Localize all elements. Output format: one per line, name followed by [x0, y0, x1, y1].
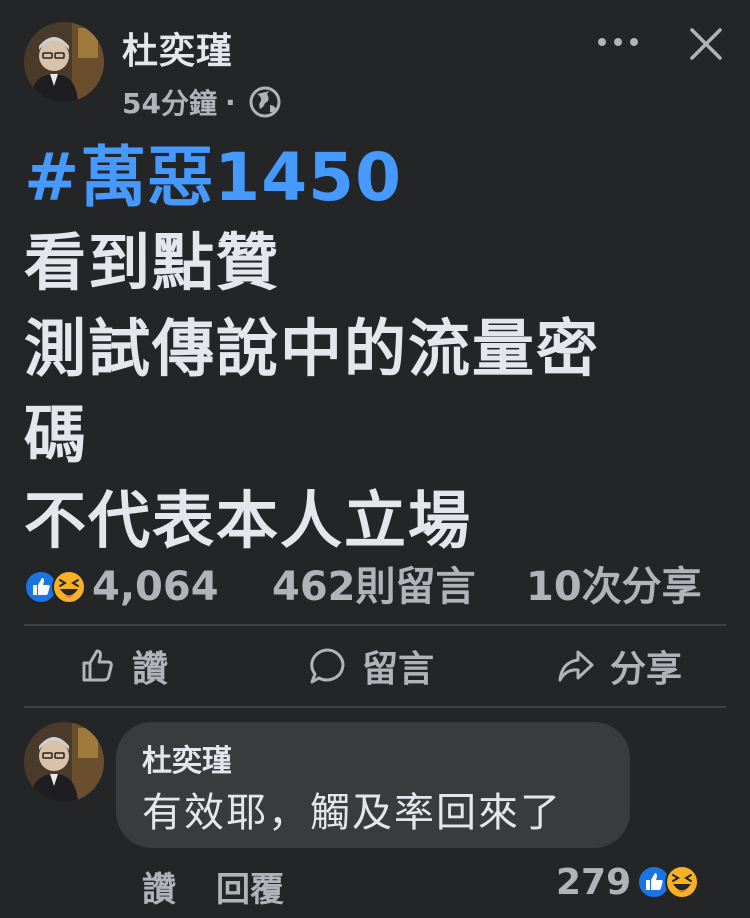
comment-bubble[interactable]: 杜奕瑾 有效耶，觸及率回來了: [116, 722, 630, 848]
meta-separator: ·: [224, 85, 236, 119]
post-text-line: 看到點贊: [24, 226, 281, 299]
divider: [24, 624, 726, 626]
haha-icon: [52, 570, 86, 604]
comment-text: 有效耶，觸及率回來了: [142, 790, 562, 836]
share-count[interactable]: 10次分享: [526, 562, 702, 612]
share-button[interactable]: 分享: [556, 640, 682, 692]
more-options-icon[interactable]: [598, 30, 638, 54]
comment-like-button[interactable]: 讚: [142, 862, 176, 911]
hashtag-link[interactable]: #萬惡1450: [24, 124, 402, 220]
post-text-line: 碼: [24, 398, 89, 471]
like-button[interactable]: 讚: [78, 640, 168, 692]
reaction-count: 4,064: [92, 564, 219, 610]
haha-icon: [665, 865, 700, 899]
commenter-avatar[interactable]: [24, 722, 104, 802]
comment-reactions[interactable]: 279: [556, 860, 700, 904]
close-icon[interactable]: [688, 26, 724, 62]
post-meta: 54分鐘 ·: [122, 82, 282, 122]
comment-button-label: 留言: [362, 649, 435, 690]
avatar-photo: [24, 722, 104, 802]
comment-reaction-count: 279: [556, 861, 632, 903]
divider: [24, 706, 726, 708]
comment-count[interactable]: 462則留言: [272, 562, 476, 612]
reactions-summary[interactable]: 4,064: [24, 562, 219, 612]
post-text-line: 不代表本人立場: [24, 484, 473, 557]
share-icon: [558, 650, 594, 682]
like-outline-icon: [82, 649, 113, 682]
post-time[interactable]: 54分鐘: [122, 82, 217, 122]
like-button-label: 讚: [132, 649, 169, 690]
comment-reply-button[interactable]: 回覆: [216, 862, 284, 911]
author-avatar[interactable]: [24, 22, 104, 102]
globe-icon: [249, 86, 281, 118]
comment-icon: [310, 648, 345, 684]
comment-author[interactable]: 杜奕瑾: [142, 736, 232, 780]
share-button-label: 分享: [610, 649, 683, 690]
comment-button[interactable]: 留言: [308, 640, 434, 692]
post-text-line: 測試傳說中的流量密: [24, 312, 601, 385]
author-name[interactable]: 杜奕瑾: [122, 22, 233, 74]
avatar-photo: [24, 22, 104, 102]
